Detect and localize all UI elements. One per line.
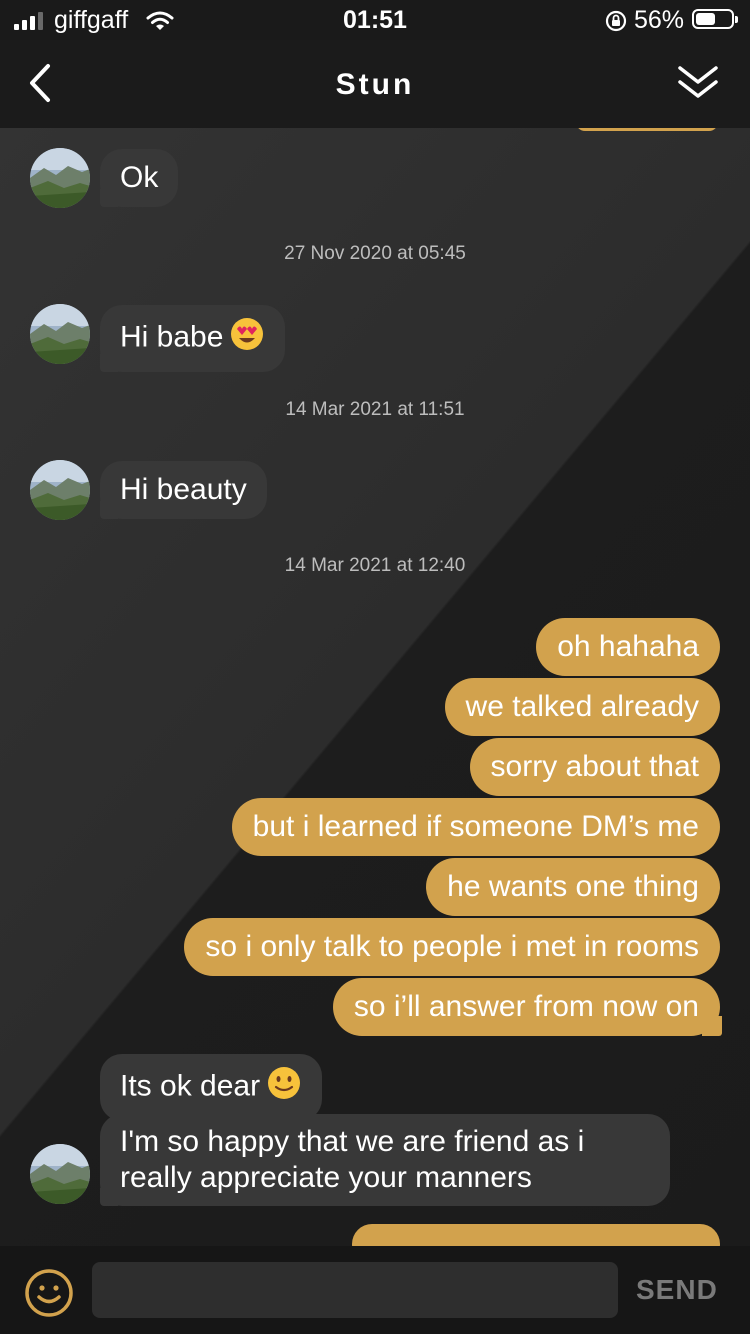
- message-text: we talked already: [465, 690, 699, 723]
- message-text: sorry about that: [490, 750, 699, 783]
- chat-title[interactable]: Stun: [0, 68, 750, 102]
- message-text: Hi beauty: [120, 473, 247, 506]
- outgoing-message[interactable]: we talked already: [444, 678, 720, 736]
- previous-outgoing-bubble: [576, 128, 718, 131]
- battery-icon: [692, 9, 738, 29]
- message-text: I'm so happy that we are friend as i rea…: [120, 1125, 585, 1194]
- rotation-lock-icon: [604, 9, 628, 38]
- outgoing-message[interactable]: so i only talk to people i met in rooms: [184, 918, 720, 976]
- status-bar: giffgaff 01:51 56%: [0, 0, 750, 40]
- outgoing-message[interactable]: but i learned if someone DM’s me: [231, 798, 720, 856]
- battery-level: [696, 13, 716, 25]
- message-composer: SEND: [0, 1246, 750, 1334]
- incoming-message[interactable]: Its ok dear: [100, 1054, 323, 1121]
- message-text: Ok: [120, 161, 159, 194]
- message-timestamp: 14 Mar 2021 at 12:40: [284, 555, 466, 576]
- send-button[interactable]: SEND: [636, 1274, 718, 1306]
- message-timestamp: 14 Mar 2021 at 11:51: [285, 399, 465, 420]
- message-text: Its ok dear: [120, 1069, 261, 1103]
- message-timestamp: 27 Nov 2020 at 05:45: [284, 243, 466, 264]
- outgoing-message[interactable]: he wants one thing: [426, 858, 720, 916]
- message-list[interactable]: Ok 27 Nov 2020 at 05:45 Hi babe 14 Mar 2…: [0, 128, 750, 1246]
- outgoing-message[interactable]: so i’ll answer from now on: [332, 978, 723, 1036]
- avatar[interactable]: [30, 304, 90, 364]
- message-text: but i learned if someone DM’s me: [252, 810, 699, 843]
- heart-eyes-emoji: [229, 316, 265, 361]
- message-text: Hi babe: [120, 320, 224, 354]
- avatar[interactable]: [30, 460, 90, 520]
- battery-percent: 56%: [634, 6, 685, 34]
- message-text: he wants one thing: [447, 870, 699, 903]
- chat-header: Stun: [0, 40, 750, 128]
- message-text: oh hahaha: [557, 630, 699, 663]
- message-input[interactable]: [92, 1262, 618, 1318]
- smiley-icon[interactable]: [24, 1268, 74, 1323]
- outgoing-message[interactable]: sorry about that: [469, 738, 720, 796]
- incoming-message[interactable]: I'm so happy that we are friend as i rea…: [100, 1114, 670, 1206]
- double-chevron-down-icon[interactable]: [676, 62, 720, 107]
- incoming-message[interactable]: Ok: [100, 149, 179, 207]
- outgoing-message[interactable]: oh hahaha: [536, 618, 720, 676]
- next-outgoing-bubble: [352, 1224, 720, 1246]
- message-text: so i’ll answer from now on: [353, 990, 699, 1023]
- avatar[interactable]: [30, 1144, 90, 1204]
- incoming-message[interactable]: Hi beauty: [100, 461, 267, 519]
- message-text: so i only talk to people i met in rooms: [205, 930, 699, 963]
- slight-smile-emoji: [266, 1065, 302, 1110]
- incoming-message[interactable]: Hi babe: [100, 305, 286, 372]
- avatar[interactable]: [30, 148, 90, 208]
